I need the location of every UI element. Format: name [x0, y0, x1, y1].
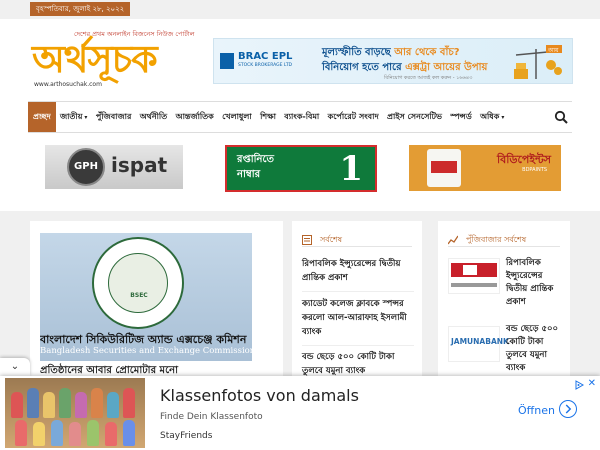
nav-menu: প্রচ্ছদ জাতীয় ▾ পুঁজিবাজার অর্থনীতি আন্তর্জা…: [28, 102, 509, 132]
site-header: দেশের প্রথম অনলাইন বিজনেস নিউজ পোর্টাল অ…: [0, 19, 600, 99]
gph-logo: GPH: [67, 148, 105, 186]
nav-item[interactable]: অধিক ▾: [476, 102, 509, 132]
nav-item[interactable]: পুঁজিবাজার: [92, 102, 136, 132]
gph-ispat-text: ispat: [111, 153, 168, 177]
nav-item[interactable]: প্রচ্ছদ: [28, 102, 56, 132]
paint-bucket-icon: [427, 149, 461, 187]
latest-news-item[interactable]: বন্ড ছেড়ে ৫০০ কোটি টাকা তুলবে যমুনা ব্য…: [302, 350, 414, 378]
ad-row: GPH ispat রপ্তানিতে নাম্বার 1 বিডিপেইন্ট…: [0, 135, 600, 211]
bsec-name-english: Bangladesh Securities and Exchange Commi…: [40, 346, 252, 356]
market-news-header: পুঁজিবাজার সর্বশেষ: [448, 233, 560, 247]
close-icon[interactable]: ✕: [588, 378, 596, 389]
ad-advertiser: StayFriends: [160, 431, 213, 441]
latest-news-item[interactable]: রিপাবলিক ইন্স্যুরেন্সের দ্বিতীয় প্রান্ত…: [302, 257, 414, 285]
market-news-item[interactable]: বন্ড ছেড়ে ৫০০ কোটি টাকা তুলবে যমুনা ব্য…: [506, 323, 564, 375]
logo-url: www.arthosuchak.com: [34, 81, 102, 88]
adchoices-icon[interactable]: [574, 380, 584, 390]
top-bar: বৃহস্পতিবার, জুলাই ২৮, ২০২২: [0, 0, 600, 19]
search-icon[interactable]: [554, 110, 568, 124]
bd-paints-ad[interactable]: বিডিপেইন্টস BDPAINTS: [409, 145, 561, 191]
nav-item[interactable]: আন্তর্জাতিক: [171, 102, 218, 132]
svg-text:আয়: আয়: [547, 47, 559, 54]
main-navigation: প্রচ্ছদ জাতীয় ▾ পুঁজিবাজার অর্থনীতি আন্তর্জা…: [0, 99, 600, 135]
market-news-thumbnail[interactable]: [448, 258, 500, 294]
nav-item[interactable]: স্পন্সর্ড: [446, 102, 476, 132]
chevron-down-icon: ▾: [84, 114, 88, 121]
latest-news-card: সর্বশেষ রিপাবলিক ইন্স্যুরেন্সের দ্বিতীয়…: [292, 221, 422, 381]
logo-text: অর্থসূচক: [32, 36, 158, 81]
nav-item[interactable]: খেলাধুলা: [218, 102, 256, 132]
site-logo[interactable]: দেশের প্রথম অনলাইন বিজনেস নিউজ পোর্টাল অ…: [32, 29, 195, 91]
latest-news-item[interactable]: ক্যাডেট কলেজ ক্লাবকে স্পন্সর করলো আল-আরা…: [302, 297, 414, 339]
ad-subtitle: Finde Dein Klassenfoto: [160, 412, 263, 422]
chevron-down-icon: ▾: [501, 114, 505, 121]
scale-coins-icon: আয়: [514, 45, 562, 79]
export-ad-text: রপ্তানিতে নাম্বার: [237, 154, 274, 180]
market-news-thumbnail[interactable]: JAMUNABANK: [448, 326, 509, 362]
nav-item[interactable]: শিক্ষা: [256, 102, 280, 132]
latest-news-title: সর্বশেষ: [320, 235, 343, 244]
current-date: বৃহস্পতিবার, জুলাই ২৮, ২০২২: [30, 2, 131, 16]
nav-item[interactable]: প্রাইস সেনসেটিভ: [383, 102, 446, 132]
bd-paints-sub: BDPAINTS: [522, 167, 547, 173]
market-news-card: পুঁজিবাজার সর্বশেষ রিপাবলিক ইন্স্যুরেন্স…: [438, 221, 570, 381]
export-number-one-ad[interactable]: রপ্তানিতে নাম্বার 1: [225, 145, 377, 192]
bottom-sticky-ad[interactable]: Klassenfotos von damals Finde Dein Klass…: [0, 376, 600, 450]
export-ad-number: 1: [339, 149, 363, 189]
latest-news-header: সর্বশেষ: [302, 233, 412, 247]
bsec-seal: BSEC: [92, 237, 184, 329]
nav-item[interactable]: ব্যাংক-বিমা: [280, 102, 323, 132]
market-news-item[interactable]: রিপাবলিক ইন্স্যুরেন্সের দ্বিতীয় প্রান্ত…: [506, 257, 564, 309]
news-list-icon: [302, 235, 312, 245]
nav-item[interactable]: জাতীয় ▾: [56, 102, 92, 132]
market-news-title: পুঁজিবাজার সর্বশেষ: [466, 235, 527, 244]
lead-story-image[interactable]: BSEC বাংলাদেশ সিকিউরিটিজ অ্যান্ড এক্সচেঞ…: [40, 233, 252, 361]
banner-callout: বিনিয়োগ করতে আজই কল করুন - ১৬৬৪৩: [384, 75, 473, 81]
chevron-right-icon[interactable]: [559, 400, 577, 418]
lead-story-card: BSEC বাংলাদেশ সিকিউরিটিজ অ্যান্ড এক্সচেঞ…: [30, 221, 283, 381]
chevron-down-icon[interactable]: ⌄: [0, 358, 30, 376]
chart-line-icon: [448, 235, 458, 245]
ad-open-button[interactable]: Öffnen: [518, 404, 555, 417]
brac-epl-logo: BRAC EPL STOCK BROKERAGE LTD: [220, 51, 300, 73]
gph-ispat-ad[interactable]: GPH ispat: [45, 145, 183, 189]
nav-item[interactable]: কর্পোরেট সংবাদ: [323, 102, 382, 132]
ad-title[interactable]: Klassenfotos von damals: [160, 386, 359, 405]
class-photo-image: [5, 378, 145, 448]
brac-epl-banner-ad[interactable]: BRAC EPL STOCK BROKERAGE LTD মূল্যস্ফীতি…: [213, 38, 573, 84]
nav-item[interactable]: অর্থনীতি: [136, 102, 172, 132]
